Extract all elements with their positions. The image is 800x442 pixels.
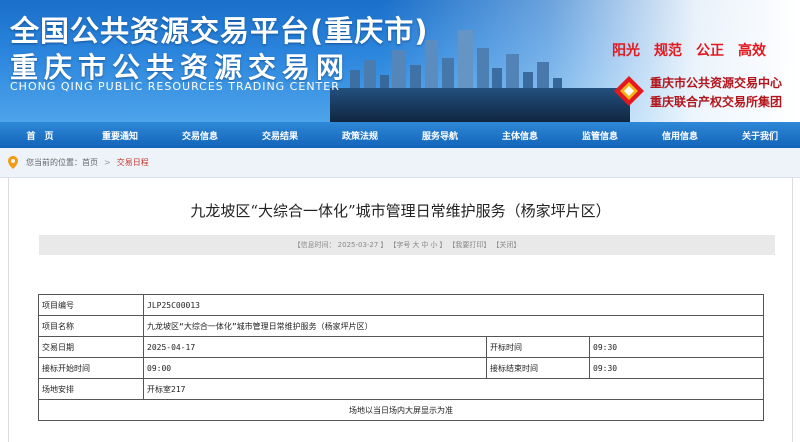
slogan-4: 高效 (738, 43, 766, 59)
venue-label: 场地安排 (38, 378, 144, 400)
open-time-value: 09:30 (589, 336, 764, 358)
nav-item-notices[interactable]: 重要通知 (80, 129, 160, 142)
org-name-property-group: 重庆联合产权交易所集团 (650, 95, 783, 109)
nav-item-credit[interactable]: 信用信息 (640, 129, 720, 142)
nav-item-supervision[interactable]: 监管信息 (560, 129, 640, 142)
main-navigation: 首 页 重要通知 交易信息 交易结果 政策法规 服务导航 主体信息 监管信息 信… (0, 122, 800, 148)
nav-item-policies[interactable]: 政策法规 (320, 129, 400, 142)
river-reflection (330, 88, 630, 122)
venue-note: 场地以当日场内大屏显示为准 (38, 399, 764, 421)
bid-start-value: 09:00 (143, 357, 487, 379)
breadcrumb: 您当前的位置： 首页 > 交易日程 (0, 148, 800, 178)
breadcrumb-separator: > (104, 158, 111, 167)
bid-start-label: 接标开始时间 (38, 357, 144, 379)
project-no-value: JLP25C00013 (143, 294, 764, 316)
open-time-label: 开标时间 (486, 336, 590, 358)
slogan-1: 阳光 (612, 43, 640, 59)
project-name-label: 项目名称 (38, 315, 144, 337)
project-name-value: 九龙坡区“大综合一体化”城市管理日常维护服务（杨家坪片区） (143, 315, 764, 337)
slogan-group: 阳光 规范 公正 高效 (612, 40, 766, 60)
bid-end-label: 接标结束时间 (486, 357, 590, 379)
print-link[interactable]: 【我要打印】 (448, 240, 490, 250)
table-row: 项目编号 JLP25C00013 (38, 294, 764, 316)
breadcrumb-current-link[interactable]: 交易日程 (117, 157, 149, 168)
nav-item-trade-results[interactable]: 交易结果 (240, 129, 320, 142)
banner-title-english: CHONG QING PUBLIC RESOURCES TRADING CENT… (10, 80, 340, 93)
breadcrumb-prefix: 您当前的位置： (26, 158, 82, 167)
schedule-table: 项目编号 JLP25C00013 项目名称 九龙坡区“大综合一体化”城市管理日常… (38, 294, 764, 421)
nav-item-about[interactable]: 关于我们 (720, 129, 800, 142)
table-row: 项目名称 九龙坡区“大综合一体化”城市管理日常维护服务（杨家坪片区） (38, 315, 764, 337)
slogan-3: 公正 (696, 43, 724, 59)
site-banner: 全国公共资源交易平台(重庆市) 重庆市公共资源交易网 CHONG QING PU… (0, 0, 800, 122)
info-date-suffix: 】 (380, 241, 388, 249)
table-row: 场地安排 开标室217 (38, 378, 764, 400)
content-panel: 九龙坡区“大综合一体化”城市管理日常维护服务（杨家坪片区） 【信息时间： 2025… (8, 178, 793, 442)
article-title: 九龙坡区“大综合一体化”城市管理日常维护服务（杨家坪片区） (190, 202, 611, 220)
close-link[interactable]: 【关闭】 (492, 240, 520, 250)
font-size-large-link[interactable]: 大 (412, 240, 419, 250)
bid-end-value: 09:30 (589, 357, 764, 379)
nav-item-trade-info[interactable]: 交易信息 (160, 129, 240, 142)
trade-date-value: 2025-04-17 (143, 336, 487, 358)
font-size-suffix: 】 (439, 241, 447, 249)
article-info-bar: 【信息时间： 2025-03-27】 【字号 大 中 小】【我要打印】 【关闭】 (39, 235, 775, 255)
venue-value: 开标室217 (143, 378, 764, 400)
table-row: 场地以当日场内大屏显示为准 (38, 399, 764, 421)
trading-center-logo-icon (614, 76, 644, 106)
nav-item-service-guide[interactable]: 服务导航 (400, 129, 480, 142)
info-date-prefix: 【信息时间： (293, 241, 336, 249)
table-row: 接标开始时间 09:00 接标结束时间 09:30 (38, 357, 764, 379)
table-row: 交易日期 2025-04-17 开标时间 09:30 (38, 336, 764, 358)
org-name-trading-center: 重庆市公共资源交易中心 (650, 76, 783, 90)
project-no-label: 项目编号 (38, 294, 144, 316)
font-size-small-link[interactable]: 小 (430, 240, 437, 250)
info-date: 2025-03-27 (337, 241, 379, 249)
breadcrumb-home-link[interactable]: 首页 (82, 157, 98, 168)
slogan-2: 规范 (654, 43, 682, 59)
banner-title-main: 全国公共资源交易平台(重庆市) (10, 14, 429, 48)
font-size-prefix: 【字号 (389, 241, 411, 249)
nav-item-home[interactable]: 首 页 (0, 129, 80, 142)
trade-date-label: 交易日期 (38, 336, 144, 358)
location-pin-icon (8, 156, 18, 169)
nav-item-entity-info[interactable]: 主体信息 (480, 129, 560, 142)
font-size-medium-link[interactable]: 中 (421, 240, 428, 250)
